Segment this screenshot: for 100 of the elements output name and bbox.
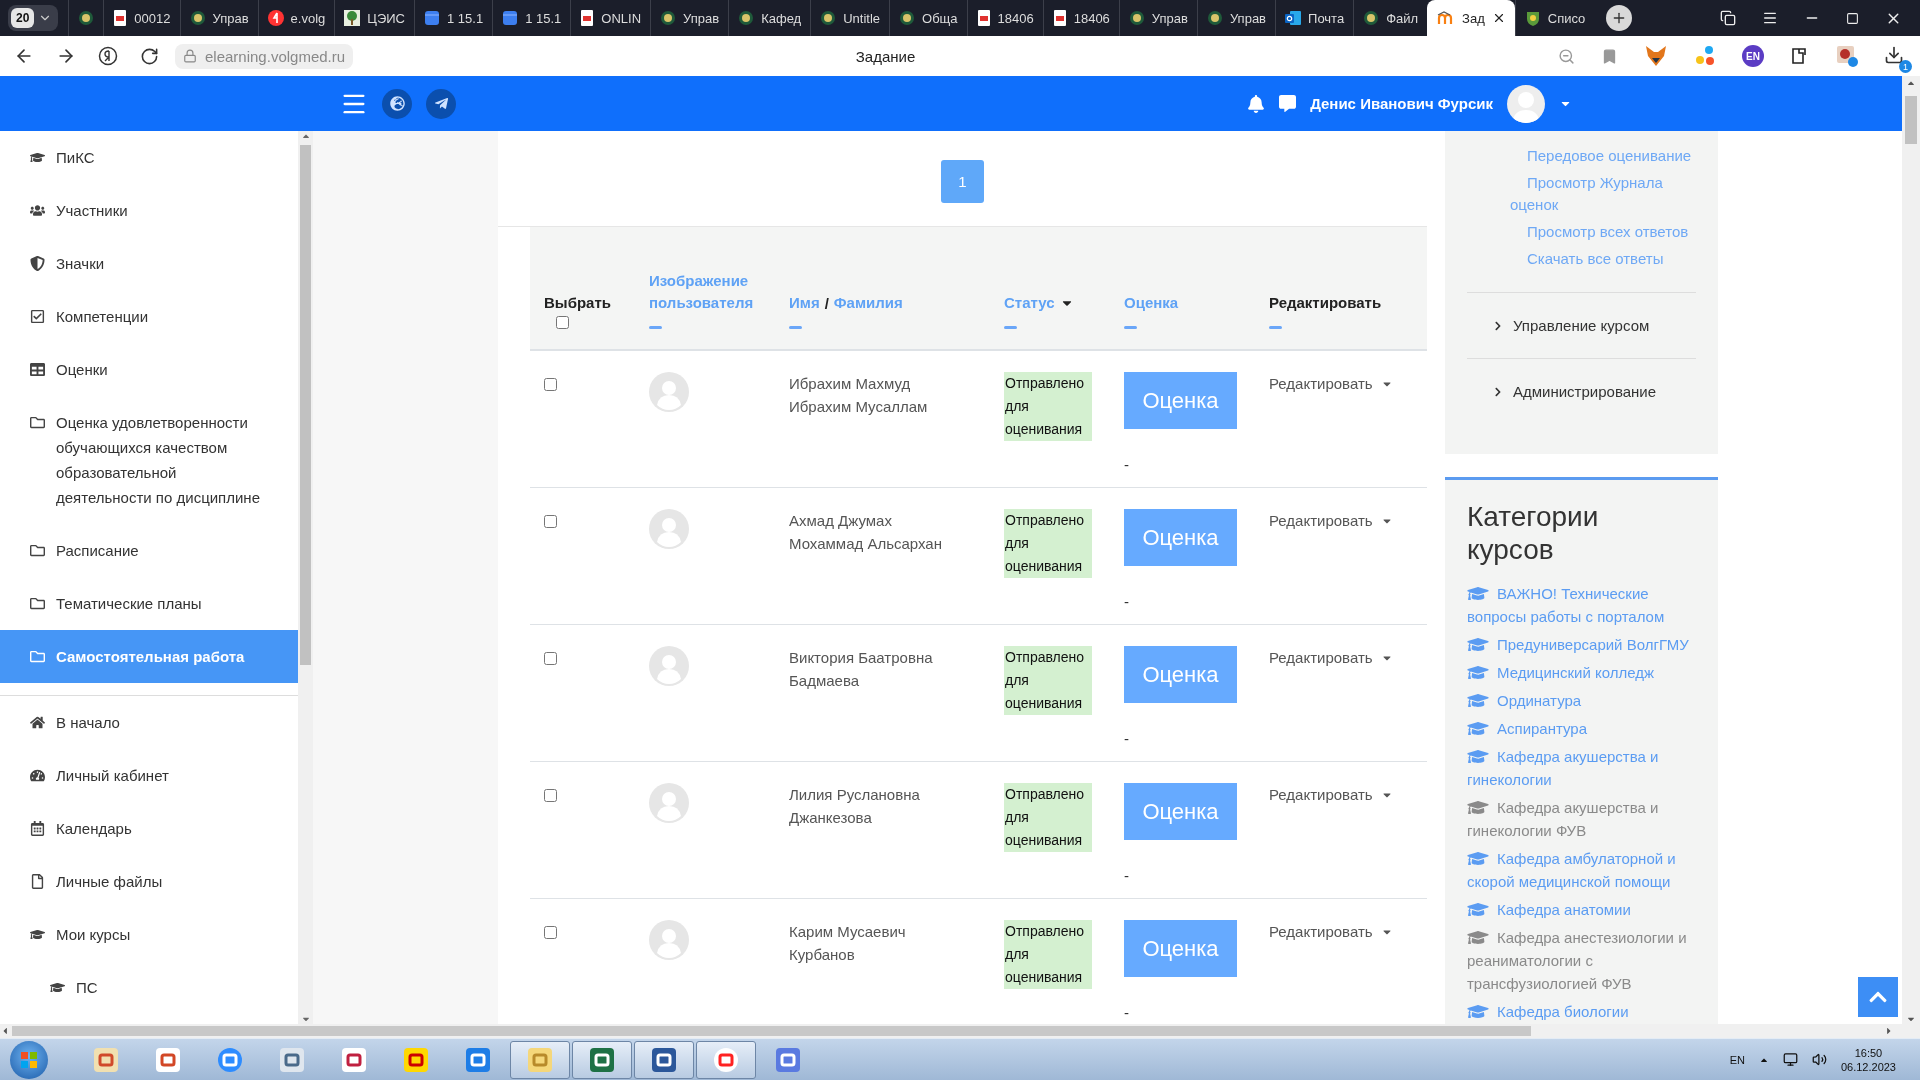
fox-icon[interactable]	[1644, 45, 1668, 67]
scrollbar-thumb[interactable]	[1905, 96, 1917, 144]
edit-dropdown[interactable]: Редактировать	[1269, 783, 1393, 806]
graduation-cap-icon	[1467, 748, 1489, 765]
taskbar-app[interactable]	[510, 1040, 570, 1079]
avatar-icon	[649, 509, 689, 549]
block-title: Категории курсов	[1467, 500, 1600, 566]
column-header: Редактировать	[1269, 293, 1382, 313]
sidebar-item[interactable]: Личные файлы	[0, 855, 298, 908]
start-button[interactable]	[10, 1040, 48, 1079]
browser-tab[interactable]: Зад	[1427, 0, 1515, 36]
student-name: Ахмад Джумах Мохаммад Альсархан	[789, 511, 943, 554]
extension-icon[interactable]	[1836, 45, 1858, 67]
chevron-right-icon	[1493, 320, 1503, 331]
paper-plane-icon	[433, 96, 449, 111]
checkbox-icon	[29, 309, 45, 324]
reload-icon[interactable]	[140, 46, 159, 66]
student-name: Лилия Руслановна Джанкезова	[789, 785, 921, 828]
telegram-button[interactable]	[426, 88, 456, 119]
collapsible-section[interactable]: Управление курсом	[1467, 293, 1650, 358]
grade-text: -	[1124, 592, 1130, 612]
graduation-cap-icon	[49, 980, 65, 995]
lock-icon	[183, 49, 197, 63]
home-icon	[29, 715, 45, 730]
status-badge: Отправлено для оценивания	[1004, 509, 1092, 578]
globe-button[interactable]	[382, 88, 412, 119]
dashboard-icon	[29, 768, 45, 783]
sidebar-item[interactable]: Оценки	[0, 343, 298, 396]
tree-icon	[344, 10, 361, 26]
emblem-icon	[78, 10, 95, 26]
user-avatar[interactable]	[1507, 84, 1545, 123]
tab-counter-button[interactable]: 20	[8, 5, 59, 31]
round-logo-icon	[267, 10, 284, 26]
graduation-cap-icon	[1467, 636, 1489, 653]
taskbar-app[interactable]	[696, 1040, 756, 1079]
new-tab-button[interactable]	[1606, 5, 1633, 31]
menu-icon[interactable]	[1762, 10, 1778, 26]
collapsible-section[interactable]: Администрирование	[1467, 359, 1657, 424]
sidebar-item[interactable]: ПС	[0, 961, 298, 1014]
shield-icon	[29, 256, 45, 271]
mail-icon	[1285, 10, 1302, 26]
notifications-icon[interactable]	[1247, 94, 1266, 113]
row-checkbox[interactable]	[544, 789, 557, 802]
emblem-icon	[820, 10, 837, 26]
dots-icon[interactable]	[1694, 45, 1716, 67]
language-indicator[interactable]: EN	[1729, 1053, 1745, 1066]
emblem-icon	[660, 10, 677, 26]
graduation-cap-icon	[29, 927, 45, 942]
sidebar-item[interactable]: Оценка удовлетворенности обучающихся качеством образовательной деятельности по дисциплине	[0, 396, 298, 524]
row-checkbox[interactable]	[544, 515, 557, 528]
edit-dropdown[interactable]: Редактировать	[1269, 509, 1393, 532]
taskbar-app[interactable]	[572, 1040, 632, 1079]
maximize-icon[interactable]	[1846, 11, 1859, 25]
row-checkbox[interactable]	[544, 378, 557, 391]
clock[interactable]: 16:50 06.12.2023	[1840, 1046, 1910, 1073]
messages-icon[interactable]	[1279, 95, 1297, 112]
edit-dropdown[interactable]: Редактировать	[1269, 372, 1393, 395]
globe-icon	[389, 96, 405, 111]
emblem-icon	[738, 10, 755, 26]
status-badge: Отправлено для оценивания	[1004, 920, 1092, 989]
chevron-right-icon	[1493, 386, 1503, 397]
sidebar-item[interactable]: В начало	[0, 696, 298, 749]
cube-icon	[502, 10, 519, 26]
row-checkbox[interactable]	[544, 926, 557, 939]
emblem-icon	[899, 10, 916, 26]
zoom-out-icon[interactable]	[1558, 47, 1575, 65]
bookmark-icon[interactable]	[1601, 47, 1618, 65]
column-header: Выбрать	[544, 293, 611, 313]
page-title: Задание	[854, 47, 917, 65]
grade-text: -	[1124, 729, 1130, 749]
status-badge: Отправлено для оценивания	[1004, 372, 1092, 441]
scrollbar-thumb[interactable]	[300, 145, 311, 665]
sidebar-item[interactable]: Личный кабинет	[0, 749, 298, 802]
sidebar-item[interactable]: Компетенции	[0, 290, 298, 343]
volume-icon[interactable]	[1811, 1052, 1827, 1067]
edit-dropdown[interactable]: Редактировать	[1269, 920, 1393, 943]
scrollbar-thumb[interactable]	[12, 1026, 1531, 1036]
browser-logo-icon[interactable]	[98, 46, 118, 66]
table-icon	[29, 362, 45, 377]
download-icon[interactable]	[1884, 45, 1904, 65]
separator-text: /	[824, 294, 829, 312]
tabs-icon[interactable]	[1720, 10, 1736, 26]
emblem-icon	[1128, 10, 1145, 26]
select-all-checkbox[interactable]	[556, 316, 569, 329]
scroll-to-top-button[interactable]	[1858, 977, 1898, 1017]
network-icon[interactable]	[1782, 1052, 1798, 1067]
graduation-cap-icon	[1467, 692, 1489, 709]
row-checkbox[interactable]	[544, 652, 557, 665]
taskbar-app[interactable]	[634, 1040, 694, 1079]
sidebar-item[interactable]: Календарь	[0, 802, 298, 855]
sidebar-item[interactable]: Мои курсы	[0, 908, 298, 961]
profile-badge[interactable]: EN	[1742, 45, 1764, 67]
graduation-cap-icon	[1467, 901, 1489, 918]
sidebar-item[interactable]: Тематические планы	[0, 577, 298, 630]
edit-dropdown[interactable]: Редактировать	[1269, 646, 1393, 669]
status-badge: Отправлено для оценивания	[1004, 646, 1092, 715]
sidebar-item[interactable]: Расписание	[0, 524, 298, 577]
sidebar-item[interactable]: Значки	[0, 237, 298, 290]
sidebar-item[interactable]: ПиКС	[0, 131, 298, 184]
sidebar-item[interactable]: Участники	[0, 184, 298, 237]
